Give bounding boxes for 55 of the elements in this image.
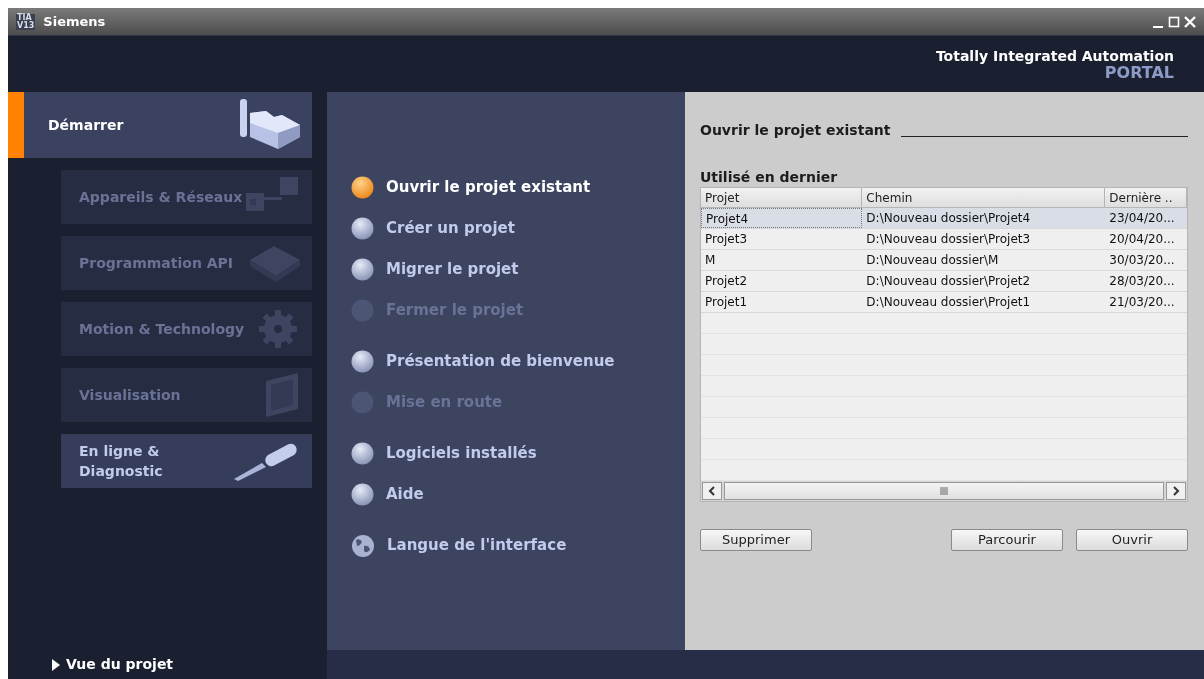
table-cell-text: D:\Nouveau dossier\M bbox=[865, 252, 1000, 269]
bullet-icon bbox=[351, 217, 374, 240]
scroll-left-icon[interactable] bbox=[702, 482, 722, 500]
section-title: Ouvrir le projet existant bbox=[700, 121, 891, 140]
table-cell-text: 23/04/20... bbox=[1108, 210, 1176, 227]
action-link[interactable]: Logiciels installés bbox=[351, 442, 685, 465]
table-cell-text: 28/03/20... bbox=[1108, 273, 1176, 290]
dialog-button[interactable]: Parcourir bbox=[951, 529, 1063, 551]
horizontal-scrollbar[interactable] bbox=[701, 481, 1187, 501]
app-logo: TIA V13 bbox=[16, 13, 36, 30]
bullet-icon bbox=[351, 442, 374, 465]
brand-title: Totally Integrated Automation bbox=[935, 47, 1174, 65]
column-header[interactable]: Chemin bbox=[862, 188, 1106, 207]
action-link[interactable]: Présentation de bienvenue bbox=[351, 350, 685, 373]
bullet-icon bbox=[351, 483, 374, 506]
globe-icon bbox=[351, 533, 375, 558]
dialog-button[interactable]: Supprimer bbox=[700, 529, 812, 551]
table-row[interactable]: Projet2 D:\Nouveau dossier\Projet2 28/03/20... bbox=[701, 271, 1187, 292]
bullet-icon bbox=[351, 258, 374, 281]
dialog-button[interactable]: Ouvrir bbox=[1076, 529, 1188, 551]
window-title: Siemens bbox=[43, 12, 106, 31]
portal-tab[interactable]: Démarrer bbox=[8, 92, 312, 158]
table-cell-text: Projet3 bbox=[704, 231, 749, 248]
table-cell-text: Projet2 bbox=[704, 273, 749, 290]
action-link[interactable]: Créer un projet bbox=[351, 217, 685, 240]
table-cell-text: D:\Nouveau dossier\Projet1 bbox=[865, 294, 1032, 311]
recent-title: Utilisé en dernier bbox=[700, 169, 839, 185]
scroll-right-icon[interactable] bbox=[1166, 482, 1186, 500]
table-cell-text: 21/03/20... bbox=[1108, 294, 1176, 311]
table-cell-text: 20/04/20... bbox=[1108, 231, 1176, 248]
bullet-icon bbox=[351, 350, 374, 373]
table-cell-text: D:\Nouveau dossier\Projet3 bbox=[865, 231, 1032, 248]
column-header[interactable]: Dernière .. bbox=[1105, 188, 1187, 207]
portal-tab[interactable]: En ligne & Diagnostic bbox=[61, 434, 312, 488]
maximize-icon[interactable] bbox=[1168, 15, 1180, 28]
action-link[interactable]: Langue de l'interface bbox=[351, 534, 685, 557]
action-link[interactable]: Migrer le projet bbox=[351, 258, 685, 281]
project-view-link[interactable]: Vue du projet bbox=[66, 654, 174, 675]
table-row[interactable]: M D:\Nouveau dossier\M 30/03/20... bbox=[701, 250, 1187, 271]
close-icon[interactable] bbox=[1184, 15, 1196, 28]
table-cell-text: D:\Nouveau dossier\Projet4 bbox=[865, 210, 1032, 227]
table-row[interactable]: Projet1 D:\Nouveau dossier\Projet1 21/03/20... bbox=[701, 292, 1187, 313]
action-link[interactable]: Ouvrir le projet existant bbox=[351, 176, 685, 199]
product-name: PORTAL bbox=[1104, 64, 1174, 81]
expand-arrow-icon bbox=[52, 658, 60, 671]
column-header[interactable]: Projet bbox=[701, 188, 863, 207]
table-cell-text: Projet1 bbox=[704, 294, 749, 311]
table-row[interactable]: Projet4 D:\Nouveau dossier\Projet4 23/04/20... bbox=[701, 208, 1187, 229]
table-cell-text: 30/03/20... bbox=[1108, 252, 1176, 269]
action-link[interactable]: Aide bbox=[351, 483, 685, 506]
bullet-icon bbox=[351, 176, 374, 199]
table-cell-text: M bbox=[704, 252, 717, 269]
table-row[interactable]: Projet3 D:\Nouveau dossier\Projet3 20/04/20... bbox=[701, 229, 1187, 250]
table-cell: Projet4 bbox=[701, 208, 863, 228]
table-cell-text: D:\Nouveau dossier\Projet2 bbox=[865, 273, 1032, 290]
